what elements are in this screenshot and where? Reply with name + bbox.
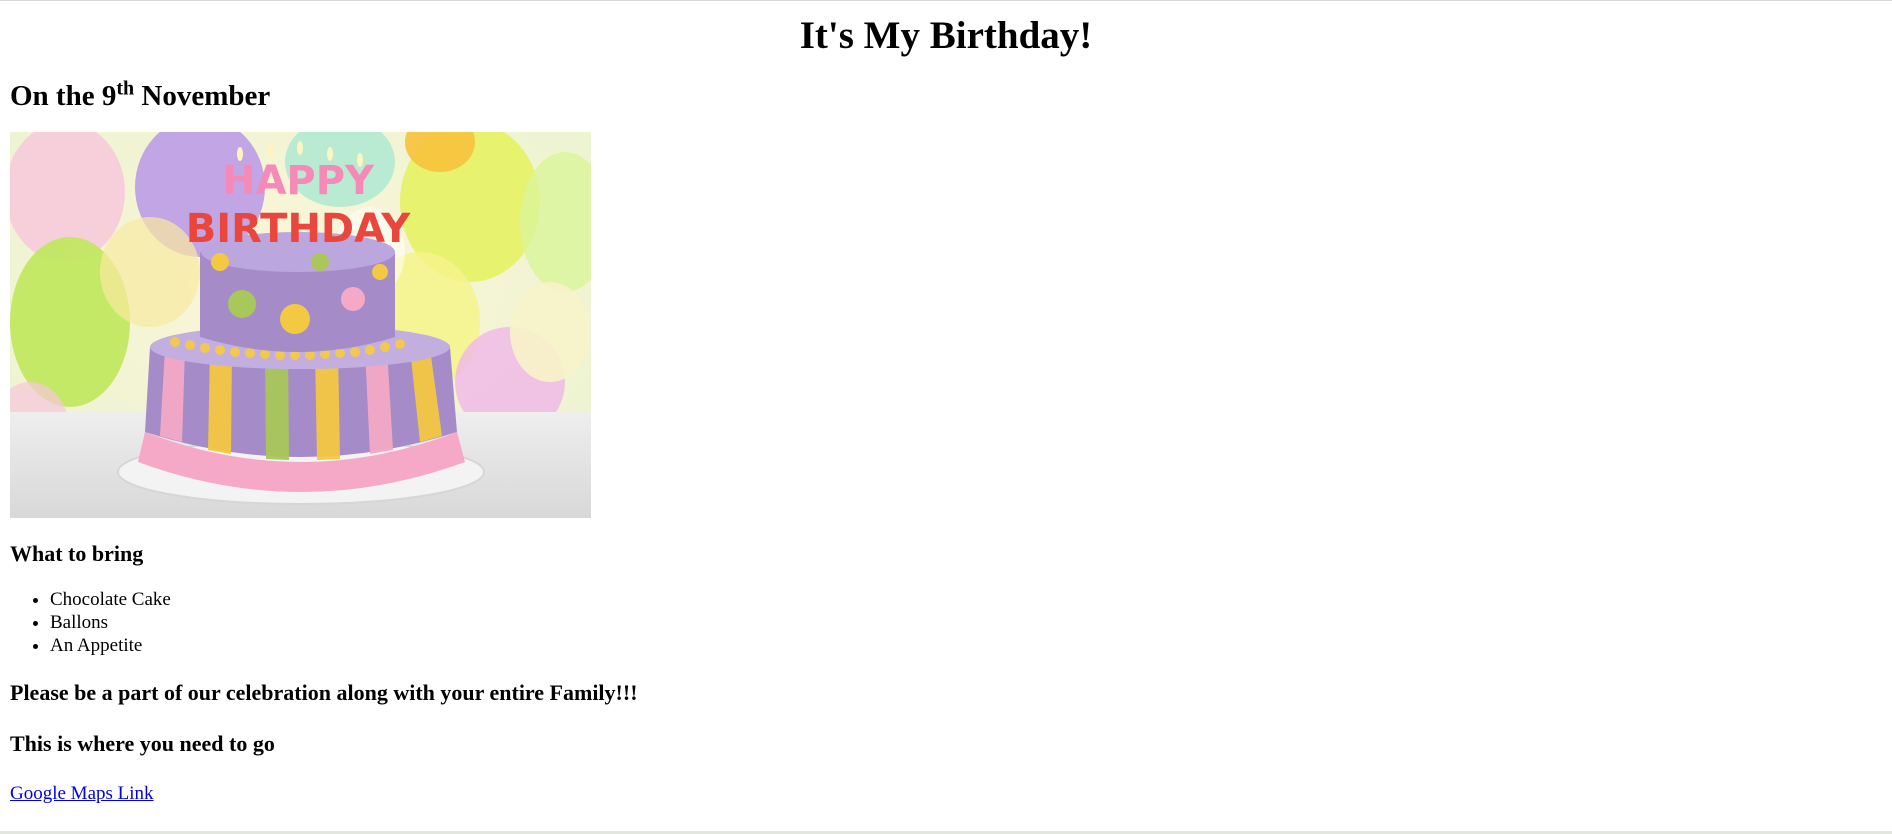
bring-heading: What to bring xyxy=(10,541,144,566)
date-heading: On the 9th November xyxy=(10,77,1882,113)
bring-item-chocolate-cake: Chocolate Cake xyxy=(50,588,1882,611)
invite-message: Please be a part of our celebration alon… xyxy=(10,680,638,705)
birthday-cake-image: HAPPY BIRTHDAY xyxy=(10,132,591,518)
date-prefix: On the 9 xyxy=(10,80,117,112)
cake-candle-text-happy: HAPPY xyxy=(222,158,375,204)
directions-heading: This is where you need to go xyxy=(10,731,275,756)
page-content: It's My Birthday! On the 9th November HA… xyxy=(10,0,1882,805)
cake-candle-text-birthday: BIRTHDAY xyxy=(186,206,411,252)
page-title: It's My Birthday! xyxy=(799,14,1093,57)
bring-item-balloons: Ballons xyxy=(50,611,1882,634)
bring-item-appetite: An Appetite xyxy=(50,634,1882,657)
google-maps-link[interactable]: Google Maps Link xyxy=(10,782,154,805)
date-ordinal: th xyxy=(116,77,135,100)
bring-list: Chocolate Cake Ballons An Appetite xyxy=(10,588,1882,657)
date-month: November xyxy=(141,80,271,112)
